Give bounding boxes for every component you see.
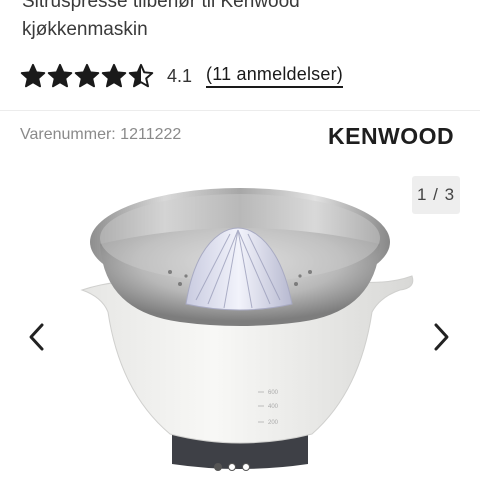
rating-value: 4.1: [167, 65, 193, 86]
product-title-line-1: Sitruspresse tilbehør til Kenwood: [22, 0, 300, 12]
product-image: 600 400 200: [60, 172, 420, 480]
star-icon: [128, 63, 154, 88]
svg-text:600: 600: [268, 390, 279, 396]
star-icon: [74, 63, 100, 88]
svg-text:200: 200: [268, 420, 279, 426]
product-sku: Varenummer: 1211222: [20, 126, 182, 143]
rating-row: 4.1 (11 anmeldelser): [20, 62, 343, 90]
svg-text:400: 400: [268, 404, 279, 410]
star-icon: [101, 63, 127, 88]
product-title-line-2: kjøkkenmaskin: [22, 19, 148, 40]
previous-image-button[interactable]: [20, 320, 54, 354]
star-icon: [20, 63, 46, 88]
gallery-dot-1[interactable]: [214, 463, 222, 471]
product-title: Sitruspresse tilbehør til Kenwood kjøkke…: [22, 0, 462, 44]
rating-stars: [20, 63, 155, 89]
gallery-dots: [214, 463, 256, 471]
chevron-right-icon: [434, 323, 449, 351]
divider: [0, 110, 480, 111]
chevron-left-icon: [29, 323, 44, 351]
star-icon: [47, 63, 73, 88]
brand-logo: KENWOOD: [328, 123, 455, 149]
bowl-markings: 600 400 200: [268, 390, 279, 426]
next-image-button[interactable]: [424, 320, 458, 354]
gallery-dot-2[interactable]: [228, 463, 236, 471]
reviews-link[interactable]: (11 anmeldelser): [206, 64, 343, 88]
image-counter: 1 / 3: [412, 176, 460, 214]
gallery-dot-3[interactable]: [242, 463, 250, 471]
